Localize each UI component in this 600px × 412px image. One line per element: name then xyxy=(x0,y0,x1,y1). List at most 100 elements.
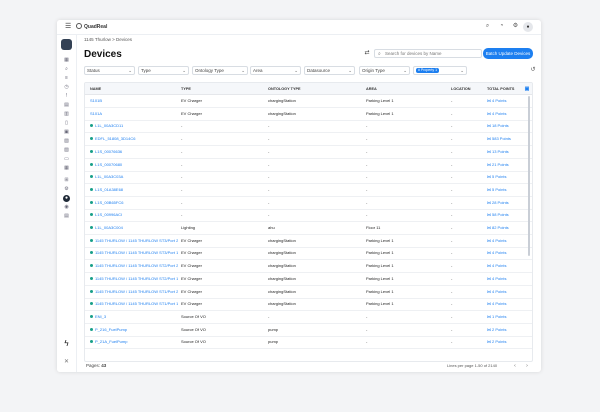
column-settings-icon[interactable]: ▣ xyxy=(523,83,531,95)
device-name[interactable]: L1S_00B65FC6 xyxy=(90,197,178,209)
search-icon[interactable]: ⌕ xyxy=(63,66,70,73)
devices-icon[interactable]: ⚙ xyxy=(63,186,70,193)
menu-icon[interactable]: ☰ xyxy=(65,23,72,30)
notifications-icon[interactable]: ◔ xyxy=(498,23,505,30)
total-points-link[interactable]: ⋈4 Points xyxy=(487,298,527,310)
property-chip[interactable]: # Property 1 xyxy=(416,68,440,73)
table-row[interactable]: L1S_00B65FC6 - - - - ⋈28 Points xyxy=(85,197,532,210)
devices-nav-icon[interactable]: ● xyxy=(63,195,70,202)
avatar[interactable]: ● xyxy=(523,22,533,32)
table-row[interactable]: L1L_00A3C03A - - - - ⋈5 Points xyxy=(85,171,532,185)
column-header-type[interactable]: TYPE xyxy=(181,83,191,95)
total-points-link[interactable]: ⋈4 Points xyxy=(487,247,527,259)
total-points-link[interactable]: ⋈2 Points xyxy=(487,336,527,348)
device-name[interactable]: P_21A_FuelPump xyxy=(90,336,178,348)
total-points-link[interactable]: ⋈583 Points xyxy=(487,133,527,145)
table-row[interactable]: 1145 THURLOW / 1145 THURLOW ST3/Port 1 EV… xyxy=(85,247,532,261)
report-icon[interactable]: ▧ xyxy=(63,147,70,154)
table-row[interactable]: S101B EV Charger chargingStation Parking Le… xyxy=(85,95,532,108)
folder-icon[interactable]: ▭ xyxy=(63,156,70,163)
bolt-icon[interactable]: ϟ xyxy=(62,339,71,348)
device-name[interactable]: 1145 THURLOW / 1145 THURLOW ST2/Port 1 xyxy=(90,273,178,285)
table-row[interactable]: 1145 THURLOW / 1145 THURLOW ST1/Port 2 EV… xyxy=(85,286,532,299)
column-header-ontology-type[interactable]: ONTOLOGY TYPE xyxy=(268,83,301,95)
device-name[interactable]: L1S_00076636 xyxy=(90,146,178,158)
total-points-link[interactable]: ⋈82 Points xyxy=(487,222,527,234)
ontology-type-filter[interactable]: Ontology Type ⌄ xyxy=(192,66,248,75)
total-points-link[interactable]: ⋈4 Points xyxy=(487,260,527,272)
total-points-link[interactable]: ⋈28 Points xyxy=(487,197,527,209)
table-row[interactable]: L1L_00A3C004 Lighting ahu Floor 11 - ⋈82 Poin… xyxy=(85,222,532,235)
total-points-link[interactable]: ⋈4 Points xyxy=(487,108,527,120)
chart-icon[interactable]: ▤ xyxy=(63,102,70,109)
device-name[interactable]: P_216_FuelPump xyxy=(90,324,178,336)
total-points-link[interactable]: ⋈58 Points xyxy=(487,209,527,221)
origin-type-filter[interactable]: Origin Type ⌄ xyxy=(359,66,410,75)
device-name[interactable]: ENI_3 xyxy=(90,311,178,323)
device-name[interactable]: L1L_00A3C03A xyxy=(90,171,178,183)
device-name[interactable]: 1145 THURLOW / 1145 THURLOW ST3/Port 1 xyxy=(90,247,178,259)
table-scrollbar[interactable] xyxy=(528,96,530,256)
document-icon[interactable]: ▯ xyxy=(63,120,70,127)
list-icon[interactable]: ≡ xyxy=(63,75,70,82)
device-name[interactable]: 1145 THURLOW / 1145 THURLOW ST2/Port 2 xyxy=(90,260,178,272)
dashboard-icon[interactable]: ▦ xyxy=(63,57,70,64)
batch-update-button[interactable]: Batch Update Devices xyxy=(483,48,533,59)
table-row[interactable]: 1145 THURLOW / 1145 THURLOW ST1/Port 1 EV… xyxy=(85,298,532,312)
column-header-location[interactable]: LOCATION xyxy=(451,83,471,95)
search-input[interactable]: ⌕ Search for devices by Name xyxy=(374,49,482,58)
storage-icon[interactable]: ▤ xyxy=(63,213,70,220)
table-row[interactable]: ENI_3 Source Of VO - - - ⋈1 Points xyxy=(85,311,532,324)
reset-filters-icon[interactable]: ↺ xyxy=(529,66,537,75)
column-header-area[interactable]: AREA xyxy=(366,83,377,95)
column-header-total-points[interactable]: TOTAL POINTS xyxy=(487,83,514,95)
device-name[interactable]: L1S_01A38E68 xyxy=(90,184,178,196)
table-row[interactable]: EDFL_51808_3D14C6 - - - - ⋈583 Points xyxy=(85,133,532,147)
swap-icon[interactable]: ⇄ xyxy=(363,49,371,57)
total-points-link[interactable]: ⋈4 Points xyxy=(487,235,527,247)
building-icon[interactable]: ▨ xyxy=(63,138,70,145)
table-row[interactable]: L1L_00A3CD11 - - - - ⋈18 Points xyxy=(85,120,532,134)
previous-page-button[interactable]: ‹ xyxy=(511,362,519,370)
property-filter[interactable]: # Property 1 ⌄ xyxy=(413,66,467,75)
calendar-icon[interactable]: ▣ xyxy=(63,129,70,136)
table-row[interactable]: P_21A_FuelPump Source Of VO pump - - ⋈2 Point… xyxy=(85,336,532,350)
total-points-link[interactable]: ⋈18 Points xyxy=(487,120,527,132)
clock-icon[interactable]: ◷ xyxy=(63,84,70,91)
table-row[interactable]: 1145 THURLOW / 1145 THURLOW ST2/Port 1 EV… xyxy=(85,273,532,286)
total-points-link[interactable]: ⋈4 Points xyxy=(487,286,527,298)
device-name[interactable]: L1L_00A3CD11 xyxy=(90,120,178,132)
total-points-link[interactable]: ⋈21 Points xyxy=(487,159,527,171)
device-name[interactable]: 1145 THURLOW / 1145 THURLOW ST1/Port 2 xyxy=(90,286,178,298)
calculator-icon[interactable]: ▦ xyxy=(63,165,70,172)
table-row[interactable]: 1145 THURLOW / 1145 THURLOW ST3/Port 2 EV… xyxy=(85,235,532,248)
close-icon[interactable]: ✕ xyxy=(63,359,70,366)
device-name[interactable]: 1145 THURLOW / 1145 THURLOW ST3/Port 2 xyxy=(90,235,178,247)
sensor-icon[interactable]: ◉ xyxy=(63,204,70,211)
device-name[interactable]: S101A xyxy=(90,108,178,120)
total-points-link[interactable]: ⋈4 Points xyxy=(487,273,527,285)
alert-icon[interactable]: ! xyxy=(63,93,70,100)
total-points-link[interactable]: ⋈1 Points xyxy=(487,311,527,323)
search-icon[interactable]: ⌕ xyxy=(484,23,491,30)
status-filter[interactable]: Status ⌄ xyxy=(84,66,135,75)
total-points-link[interactable]: ⋈5 Points xyxy=(487,171,527,183)
device-name[interactable]: L1L_00A3C004 xyxy=(90,222,178,234)
table-row[interactable]: P_216_FuelPump Source Of VO pump - - ⋈2 Point… xyxy=(85,324,532,337)
table-row[interactable]: L1S_00076636 - - - - ⋈13 Points xyxy=(85,146,532,159)
area-filter[interactable]: Area ⌄ xyxy=(250,66,301,75)
datasource-filter[interactable]: Datasource ⌄ xyxy=(304,66,355,75)
table-row[interactable]: L1S_01A38E68 - - - - ⋈5 Points xyxy=(85,184,532,197)
device-name[interactable]: L1S_00996ACI xyxy=(90,209,178,221)
total-points-link[interactable]: ⋈4 Points xyxy=(487,95,527,107)
breadcrumb-parent[interactable]: 1145 Thurlow xyxy=(84,37,111,42)
device-name[interactable]: 1145 THURLOW / 1145 THURLOW ST1/Port 1 xyxy=(90,298,178,310)
gear-icon[interactable]: ⚙ xyxy=(512,23,519,30)
device-name[interactable]: S101B xyxy=(90,95,178,107)
column-header-name[interactable]: NAME xyxy=(90,83,101,95)
grid-icon[interactable]: ⊞ xyxy=(63,177,70,184)
total-points-link[interactable]: ⋈5 Points xyxy=(487,184,527,196)
sidebar-logo[interactable] xyxy=(61,39,72,50)
device-name[interactable]: L1S_00070680 xyxy=(90,159,178,171)
total-points-link[interactable]: ⋈13 Points xyxy=(487,146,527,158)
